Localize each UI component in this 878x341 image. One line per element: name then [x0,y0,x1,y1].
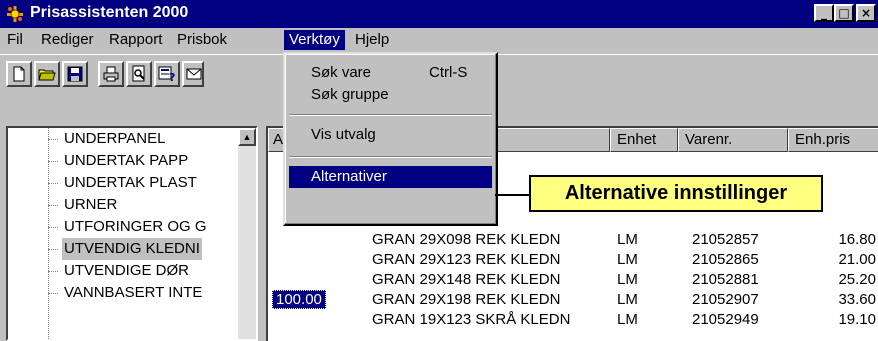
help-button[interactable]: ? [154,61,180,87]
svg-text:?: ? [169,71,175,83]
menu-item-sok-gruppe[interactable]: Søk gruppe [289,84,492,106]
menu-item-alternativer[interactable]: Alternativer [289,166,492,188]
column-header-enhpris[interactable]: Enh.pris [788,128,878,152]
panel-splitter[interactable] [258,126,266,341]
callout-pointer [495,194,529,196]
print-preview-icon [132,65,145,82]
menu-separator [289,114,492,116]
menu-item-sok-vare[interactable]: Søk vare Ctrl-S [289,62,492,84]
print-icon [103,66,119,82]
table-row[interactable]: GRAN 29X123 REK KLEDN LM 21052865 21.00 [268,250,878,270]
close-button[interactable]: × [856,4,876,22]
tree-scrollbar[interactable]: ▲ [238,128,256,339]
new-file-icon [13,66,25,82]
quantity-cell-selected[interactable]: 100.00 [272,290,326,309]
save-button[interactable] [62,61,88,87]
mail-icon [186,68,202,80]
open-button[interactable] [34,61,60,87]
menu-verktoy[interactable]: Verktøy [284,30,345,50]
maximize-button[interactable]: □ [834,4,854,22]
column-header-varenr[interactable]: Varenr. [678,128,788,152]
table-row[interactable]: 100.00 GRAN 29X198 REK KLEDN LM 21052907… [268,290,878,310]
save-disk-icon [67,66,83,82]
menu-item-vis-utvalg[interactable]: Vis utvalg [289,124,492,146]
callout-label: Alternative innstillinger [529,175,823,212]
tree-guide-line [48,128,49,339]
print-preview-button[interactable] [126,61,152,87]
scroll-up-arrow-icon[interactable]: ▲ [238,128,256,146]
menu-rapport[interactable]: Rapport [104,30,167,50]
help-icon: ? [158,66,175,83]
new-button[interactable] [6,61,32,87]
menu-rediger[interactable]: Rediger [36,30,99,50]
table-row[interactable]: GRAN 29X148 REK KLEDN LM 21052881 25.20 [268,270,878,290]
minimize-button[interactable]: _ [814,4,834,22]
print-button[interactable] [98,61,124,87]
table-row[interactable]: GRAN 19X123 SKRÅ KLEDN LM 21052949 19.10 [268,310,878,330]
menu-fil[interactable]: Fil [2,30,28,50]
column-header-enhet[interactable]: Enhet [610,128,678,152]
table-row[interactable]: GRAN 29X098 REK KLEDN LM 21052857 16.80 [268,230,878,250]
verktoy-dropdown-menu: Søk vare Ctrl-S Søk gruppe Vis utvalg Al… [283,52,498,226]
shortcut-label: Ctrl-S [429,64,468,81]
window-title: Prisassistenten 2000 [30,4,189,21]
menu-separator [289,156,492,158]
menu-prisbok[interactable]: Prisbok [172,30,232,50]
title-bar: Prisassistenten 2000 _ □ × [0,0,878,28]
open-folder-icon [38,69,56,81]
mail-button[interactable] [182,61,204,87]
category-tree[interactable]: UNDERPANEL UNDERTAK PAPP UNDERTAK PLAST … [6,126,258,341]
menu-bar: Fil Rediger Rapport Prisbok Verktøy Hjel… [0,28,878,52]
menu-hjelp[interactable]: Hjelp [350,30,394,50]
app-icon [7,6,23,22]
